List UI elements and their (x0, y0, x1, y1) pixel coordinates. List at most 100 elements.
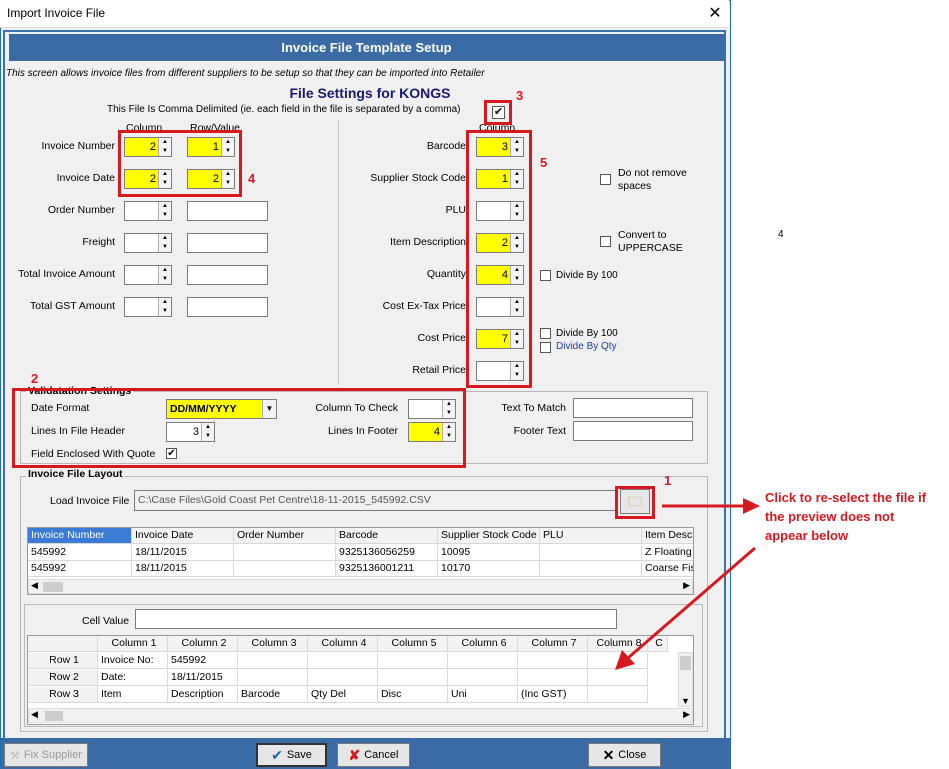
annotation-number-4: 4 (248, 171, 256, 186)
left-column-stepper-4[interactable]: ▲ ▼ (124, 265, 172, 285)
raw-header-cell[interactable] (28, 636, 98, 652)
no-remove-spaces-checkbox[interactable] (600, 174, 611, 185)
raw-cell[interactable]: Barcode (238, 687, 308, 703)
raw-cell[interactable] (378, 670, 448, 686)
scroll-thumb[interactable] (45, 711, 63, 721)
cell-value-input[interactable] (135, 609, 617, 629)
raw-cell[interactable] (378, 653, 448, 669)
left-value-input-2[interactable] (187, 201, 268, 221)
stepper-arrows-icon[interactable]: ▲ ▼ (158, 266, 171, 284)
preview-cell[interactable]: 545992 (28, 561, 132, 577)
stepper-arrows-icon[interactable]: ▲ ▼ (158, 234, 171, 252)
quantity-divide-checkbox[interactable] (540, 270, 551, 281)
raw-cell[interactable] (448, 670, 518, 686)
left-column-stepper-2[interactable]: ▲ ▼ (124, 201, 172, 221)
save-button[interactable]: ✔ Save (256, 743, 327, 767)
raw-header-cell[interactable]: Column 5 (378, 636, 448, 652)
preview-header-cell[interactable]: Invoice Number (28, 528, 132, 544)
footer-text-input[interactable] (573, 421, 693, 441)
callout-text: Click to re-select the file if the previ… (765, 490, 927, 543)
fix-supplier-button[interactable]: ⚒ Fix Supplier (4, 743, 88, 767)
raw-row-header[interactable]: Row 3 (28, 687, 98, 703)
uppercase-checkbox[interactable] (600, 236, 611, 247)
raw-cell[interactable]: (Inc GST) (518, 687, 588, 703)
raw-row-header[interactable]: Row 1 (28, 653, 98, 669)
left-value-input-5[interactable] (187, 297, 268, 317)
raw-cell[interactable] (518, 670, 588, 686)
left-value-input-3[interactable] (187, 233, 268, 253)
close-button[interactable]: ✕ Close (588, 743, 661, 767)
raw-cell[interactable]: Disc (378, 687, 448, 703)
file-path-field[interactable]: C:\Case Files\Gold Coast Pet Centre\18-1… (134, 490, 616, 511)
text-match-input[interactable] (573, 398, 693, 418)
cost-divide-checkbox[interactable] (540, 328, 551, 339)
left-column-stepper-4-value (125, 266, 158, 284)
raw-header-cell[interactable]: Column 4 (308, 636, 378, 652)
cost-divide-qty-checkbox[interactable] (540, 342, 551, 353)
preview-cell[interactable] (234, 545, 336, 561)
scroll-down-icon[interactable]: ▼ (681, 696, 690, 706)
field-label: Total GST Amount (29, 300, 115, 312)
raw-cell[interactable] (308, 653, 378, 669)
preview-cell[interactable]: 10170 (438, 561, 540, 577)
raw-cell[interactable] (518, 653, 588, 669)
preview-header-cell[interactable]: Order Number (234, 528, 336, 544)
raw-cell[interactable]: 545992 (168, 653, 238, 669)
raw-cell[interactable]: Qty Del (308, 687, 378, 703)
preview-cell[interactable] (234, 561, 336, 577)
field-label: Quantity (426, 268, 466, 280)
left-column-stepper-5[interactable]: ▲ ▼ (124, 297, 172, 317)
preview-cell[interactable]: 9325136056259 (336, 545, 438, 561)
preview-header-cell[interactable]: Barcode (336, 528, 438, 544)
preview-cell[interactable]: 9325136001211 (336, 561, 438, 577)
preview-cell[interactable]: 545992 (28, 545, 132, 561)
divider (338, 120, 339, 385)
scroll-left-icon[interactable]: ◀ (31, 580, 38, 591)
raw-cell[interactable] (308, 670, 378, 686)
close-label: Close (618, 749, 647, 761)
raw-header-cell[interactable]: Column 6 (448, 636, 518, 652)
raw-cell[interactable] (588, 687, 648, 703)
stepper-arrows-icon[interactable]: ▲ ▼ (158, 298, 171, 316)
preview-scrollbar[interactable]: ◀ ▶ (28, 579, 693, 594)
footer-text-label: Footer Text (513, 425, 566, 437)
cancel-label: Cancel (364, 749, 399, 761)
raw-row-header[interactable]: Row 2 (28, 670, 98, 686)
annotation-box-5 (466, 130, 532, 388)
raw-cell[interactable] (448, 653, 518, 669)
raw-scrollbar[interactable]: ◀ ▶ (28, 708, 693, 723)
left-value-input-4[interactable] (187, 265, 268, 285)
raw-cell[interactable] (238, 653, 308, 669)
raw-grid[interactable]: Column 1 Column 2 Column 3 Column 4 Column 5… (27, 635, 694, 725)
raw-cell[interactable]: Item (98, 687, 168, 703)
wrench-icon: ⚒ (10, 749, 20, 762)
raw-header-cell[interactable]: Column 3 (238, 636, 308, 652)
raw-header-cell[interactable]: Column 1 (98, 636, 168, 652)
left-column-stepper-3-value (125, 234, 158, 252)
scroll-left-icon[interactable]: ◀ (31, 709, 38, 720)
scroll-thumb[interactable] (43, 582, 63, 592)
preview-cell[interactable]: 18/11/2015 (132, 545, 234, 561)
preview-grid[interactable]: Invoice Number Invoice Date Order Number Ba… (27, 527, 694, 595)
stepper-arrows-icon[interactable]: ▲ ▼ (158, 202, 171, 220)
preview-cell[interactable]: 18/11/2015 (132, 561, 234, 577)
raw-header-cell[interactable]: Column 7 (518, 636, 588, 652)
raw-cell[interactable] (238, 670, 308, 686)
preview-header-cell[interactable]: Supplier Stock Code (438, 528, 540, 544)
field-label: Barcode (426, 140, 466, 152)
raw-header-cell[interactable]: Column 2 (168, 636, 238, 652)
scroll-right-icon[interactable]: ▶ (683, 709, 690, 720)
preview-cell[interactable]: 10095 (438, 545, 540, 561)
cancel-button[interactable]: ✘ Cancel (337, 743, 410, 767)
window-title: Import Invoice File (7, 6, 106, 20)
close-window-icon[interactable]: ✕ (706, 3, 724, 23)
raw-cell[interactable]: Uni (448, 687, 518, 703)
field-label: PLU (445, 204, 466, 216)
preview-header-cell[interactable]: Invoice Date (132, 528, 234, 544)
raw-cell[interactable]: 18/11/2015 (168, 670, 238, 686)
left-column-stepper-3[interactable]: ▲ ▼ (124, 233, 172, 253)
raw-cell[interactable]: Description (168, 687, 238, 703)
banner: Invoice File Template Setup (9, 34, 724, 61)
raw-cell[interactable]: Invoice No: (98, 653, 168, 669)
raw-cell[interactable]: Date: (98, 670, 168, 686)
